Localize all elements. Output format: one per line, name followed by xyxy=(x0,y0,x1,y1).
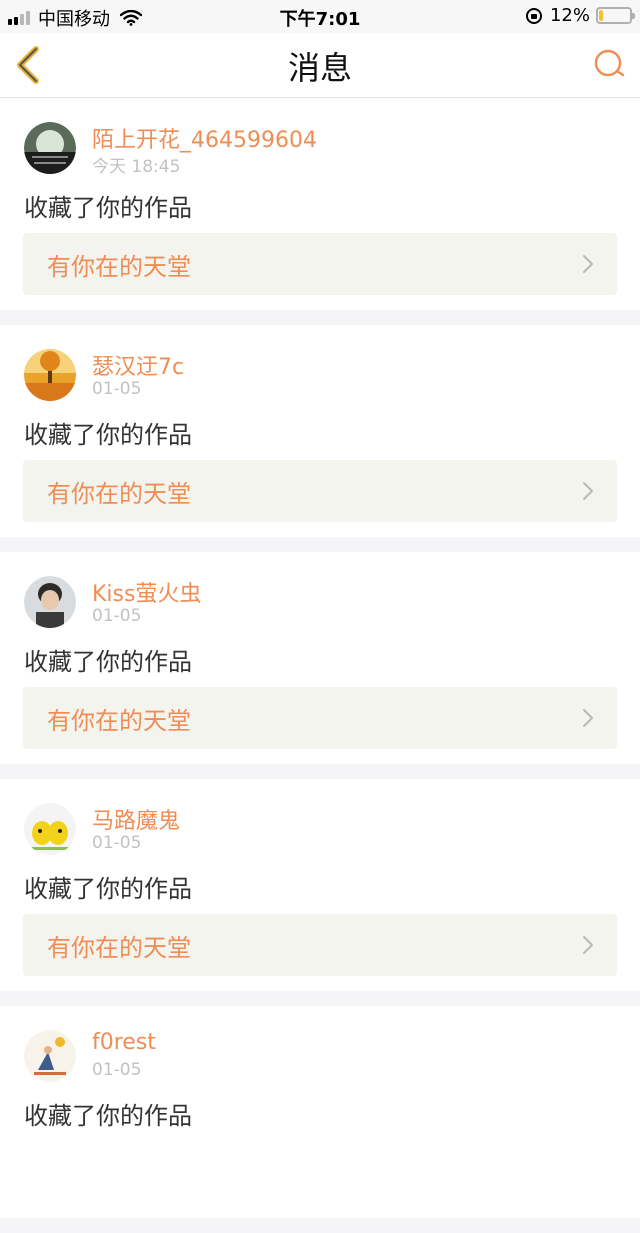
work-link[interactable]: 有你在的天堂 xyxy=(23,687,617,749)
message-card: Kiss萤火虫 01-05 收藏了你的作品 有你在的天堂 xyxy=(0,552,640,764)
avatar[interactable] xyxy=(24,122,76,174)
status-bar: 中国移动 下午7:01 12% xyxy=(0,0,640,33)
message-time: 01-05 xyxy=(92,379,142,399)
message-action: 收藏了你的作品 xyxy=(24,1102,192,1130)
search-button[interactable] xyxy=(592,47,626,81)
nav-bar: 消息 xyxy=(0,33,640,98)
chevron-right-icon xyxy=(583,482,593,500)
message-card: 马路魔鬼 01-05 收藏了你的作品 有你在的天堂 xyxy=(0,779,640,991)
chevron-right-icon xyxy=(583,936,593,954)
work-title: 有你在的天堂 xyxy=(47,707,191,735)
avatar[interactable] xyxy=(24,349,76,401)
search-icon xyxy=(594,49,625,77)
work-title: 有你在的天堂 xyxy=(47,253,191,281)
message-username[interactable]: 瑟汉迂7c xyxy=(92,349,184,381)
work-link[interactable]: 有你在的天堂 xyxy=(23,460,617,522)
message-time: 01-05 xyxy=(92,606,142,626)
battery-fill xyxy=(599,10,603,21)
message-action: 收藏了你的作品 xyxy=(24,421,192,449)
avatar[interactable] xyxy=(24,576,76,628)
message-time: 今天 18:45 xyxy=(92,157,181,177)
message-action: 收藏了你的作品 xyxy=(24,648,192,676)
avatar[interactable] xyxy=(24,1030,76,1082)
message-action: 收藏了你的作品 xyxy=(24,194,192,222)
message-action: 收藏了你的作品 xyxy=(24,875,192,903)
page-title: 消息 xyxy=(287,49,352,87)
message-username[interactable]: f0rest xyxy=(92,1030,156,1055)
avatar[interactable] xyxy=(24,803,76,855)
work-link[interactable]: 有你在的天堂 xyxy=(23,914,617,976)
message-card: 陌上开花_464599604 今天 18:45 收藏了你的作品 有你在的天堂 xyxy=(0,98,640,310)
message-card: f0rest 01-05 收藏了你的作品 xyxy=(0,1006,640,1218)
chevron-right-icon xyxy=(583,255,593,273)
message-username[interactable]: Kiss萤火虫 xyxy=(92,576,201,608)
message-username[interactable]: 马路魔鬼 xyxy=(92,803,180,835)
message-time: 01-05 xyxy=(92,833,142,853)
battery-icon xyxy=(596,7,635,24)
status-right: 12% xyxy=(525,5,635,26)
message-card: 瑟汉迂7c 01-05 收藏了你的作品 有你在的天堂 xyxy=(0,325,640,537)
message-username[interactable]: 陌上开花_464599604 xyxy=(92,122,317,154)
message-list: 陌上开花_464599604 今天 18:45 收藏了你的作品 有你在的天堂 瑟… xyxy=(0,98,640,1233)
battery-percent: 12% xyxy=(549,5,590,26)
chevron-right-icon xyxy=(583,709,593,727)
work-link[interactable]: 有你在的天堂 xyxy=(23,233,617,295)
message-time: 01-05 xyxy=(92,1060,142,1080)
rotation-lock-icon xyxy=(525,7,542,24)
work-title: 有你在的天堂 xyxy=(47,480,191,508)
work-title: 有你在的天堂 xyxy=(47,934,191,962)
